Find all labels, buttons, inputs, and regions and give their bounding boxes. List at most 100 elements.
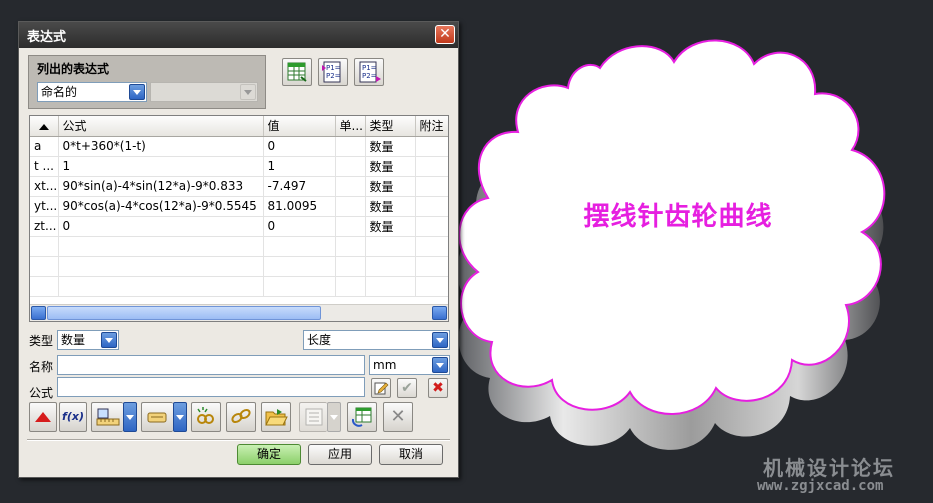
sort-ascending-icon [38, 123, 49, 130]
row-value: 0 [263, 136, 336, 157]
row-name: a [30, 136, 59, 157]
ok-button[interactable]: 确定 [237, 444, 301, 465]
row-note [415, 216, 448, 237]
name-label: 名称 [29, 360, 54, 374]
dialog-title: 表达式 [27, 29, 67, 45]
column-header-note[interactable]: 附注 [415, 116, 448, 137]
svg-text:P1=: P1= [362, 64, 377, 72]
row-unit [335, 216, 366, 237]
model-title: 摆线针齿轮曲线 [583, 202, 773, 232]
query-dropdown-arrow[interactable] [173, 402, 187, 432]
measure-icon [96, 408, 119, 426]
row-note [415, 136, 448, 157]
row-unit [335, 136, 366, 157]
chevron-down-icon[interactable] [129, 84, 145, 100]
list-button [299, 402, 327, 432]
list-dropdown-arrow [327, 402, 341, 432]
link-button[interactable] [191, 402, 221, 432]
row-unit [335, 196, 366, 217]
function-button[interactable]: f(x) [59, 402, 87, 432]
edit-note-icon [374, 382, 389, 395]
measure-dropdown-arrow[interactable] [123, 402, 137, 432]
dimension-dropdown[interactable]: 长度 [303, 330, 450, 350]
delete-up-button[interactable] [29, 402, 57, 432]
formula-label: 公式 [29, 386, 54, 400]
reject-x-icon[interactable]: ✖ [428, 378, 448, 398]
empty-row [30, 256, 448, 277]
row-formula: 90*sin(a)-4*sin(12*a)-9*0.833 [58, 176, 264, 197]
scrollbar-thumb[interactable] [47, 306, 321, 320]
table-row[interactable]: zt... 0 0 数量 [30, 216, 448, 237]
expression-dialog: 表达式 ✕ 列出的表达式 命名的 P1= P2= P1= P2= 公式 值 单.… [18, 21, 459, 478]
query-button[interactable] [141, 402, 173, 432]
chevron-down-icon [240, 84, 256, 100]
spreadsheet-button[interactable] [282, 58, 312, 86]
row-note [415, 156, 448, 177]
scroll-right-icon[interactable] [432, 306, 447, 320]
type-label: 类型 [29, 334, 54, 348]
unit-dropdown[interactable]: mm [369, 355, 450, 375]
table-row[interactable]: t ... 1 1 数量 [30, 156, 448, 177]
measure-button[interactable] [91, 402, 123, 432]
table-row[interactable]: a 0*t+360*(1-t) 0 数量 [30, 136, 448, 157]
horizontal-scrollbar[interactable] [30, 304, 448, 321]
function-icon: f(x) [62, 410, 84, 423]
dialog-titlebar[interactable]: 表达式 ✕ [19, 22, 458, 48]
row-type: 数量 [365, 156, 416, 177]
column-header-unit[interactable]: 单... [335, 116, 366, 137]
watermark-text: 机械设计论坛 [763, 456, 895, 480]
refresh-table-button[interactable] [347, 402, 377, 432]
spreadsheet-icon [287, 62, 307, 82]
column-header-value[interactable]: 值 [263, 116, 336, 137]
row-type: 数量 [365, 216, 416, 237]
close-icon[interactable]: ✕ [435, 25, 455, 44]
filter-dropdown-value: 命名的 [41, 85, 78, 99]
import-expressions-button[interactable]: P1= P2= [354, 58, 384, 86]
chevron-down-icon[interactable] [432, 332, 448, 348]
row-type: 数量 [365, 196, 416, 217]
row-formula: 0*t+360*(1-t) [58, 136, 264, 157]
svg-text:P2=: P2= [326, 72, 341, 80]
row-formula: 1 [58, 156, 264, 177]
chain-link-icon [231, 408, 251, 424]
column-header-type[interactable]: 类型 [365, 116, 416, 137]
row-note [415, 176, 448, 197]
dimension-dropdown-value: 长度 [307, 333, 332, 347]
edit-formula-button[interactable] [371, 378, 391, 398]
watermark-url: www.zgjxcad.com [757, 478, 884, 494]
table-row[interactable]: xt... 90*sin(a)-4*sin(12*a)-9*0.833 -7.4… [30, 176, 448, 197]
open-folder-button[interactable] [261, 402, 291, 432]
sort-column-header[interactable] [30, 116, 59, 137]
cancel-button[interactable]: 取消 [379, 444, 443, 465]
unit-dropdown-value: mm [373, 358, 397, 372]
secondary-filter-dropdown [150, 82, 258, 102]
formula-input[interactable] [57, 377, 365, 397]
type-dropdown[interactable]: 数量 [57, 330, 119, 350]
row-value: -7.497 [263, 176, 336, 197]
row-type: 数量 [365, 136, 416, 157]
row-name: xt... [30, 176, 59, 197]
row-note [415, 196, 448, 217]
scroll-left-icon[interactable] [31, 306, 46, 320]
delete-x-icon[interactable]: ✕ [383, 402, 413, 432]
row-value: 0 [263, 216, 336, 237]
refresh-spreadsheet-icon [351, 407, 372, 427]
chain-button[interactable] [226, 402, 256, 432]
accept-check-icon[interactable]: ✔ [397, 378, 417, 398]
row-value: 81.0095 [263, 196, 336, 217]
row-unit [335, 156, 366, 177]
chevron-down-icon[interactable] [432, 357, 448, 373]
empty-row [30, 276, 448, 297]
chevron-down-icon[interactable] [101, 332, 117, 348]
filter-dropdown[interactable]: 命名的 [37, 82, 147, 102]
export-p1p2-icon: P1= P2= [322, 61, 341, 83]
column-header-formula[interactable]: 公式 [58, 116, 264, 137]
name-input[interactable] [57, 355, 365, 375]
table-row[interactable]: yt... 90*cos(a)-4*cos(12*a)-9*0.5545 81.… [30, 196, 448, 217]
row-name: yt... [30, 196, 59, 217]
folder-open-icon [265, 409, 288, 426]
apply-button[interactable]: 应用 [308, 444, 372, 465]
type-dropdown-value: 数量 [61, 333, 86, 347]
export-expressions-button[interactable]: P1= P2= [318, 58, 348, 86]
list-icon [305, 408, 322, 426]
